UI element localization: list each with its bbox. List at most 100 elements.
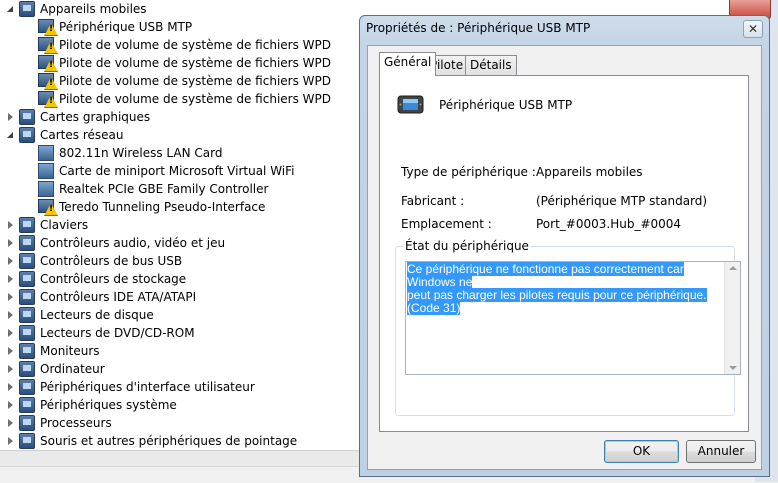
- status-scrollbar[interactable]: [724, 262, 740, 374]
- tree-item[interactable]: Cartes réseau: [6, 126, 123, 144]
- collapsed-arrow-icon[interactable]: [6, 252, 16, 270]
- warning-device-icon: [38, 37, 54, 53]
- tree-item-label: Contrôleurs de bus USB: [40, 254, 183, 268]
- tree-item-label: Carte de miniport Microsoft Virtual WiFi: [59, 164, 295, 178]
- tree-item[interactable]: Contrôleurs de bus USB: [6, 252, 182, 270]
- scroll-up-icon[interactable]: [729, 266, 737, 270]
- dialog-title: Propriétés de : Périphérique USB MTP: [366, 21, 591, 35]
- system-devices-icon: [19, 397, 35, 413]
- ide-controller-icon: [19, 289, 35, 305]
- dvd-drive-icon: [19, 325, 35, 341]
- collapsed-arrow-icon[interactable]: [6, 342, 16, 360]
- collapsed-arrow-icon[interactable]: [6, 288, 16, 306]
- dialog-close-button[interactable]: ✕: [743, 20, 763, 38]
- collapsed-arrow-icon[interactable]: [6, 414, 16, 432]
- tree-item[interactable]: Ordinateur: [6, 360, 105, 378]
- general-tab-panel: Périphérique USB MTP Type de périphériqu…: [379, 75, 749, 432]
- tree-item[interactable]: 802.11n Wireless LAN Card: [38, 144, 222, 162]
- tree-item[interactable]: Cartes graphiques: [6, 108, 150, 126]
- tree-item[interactable]: Appareils mobiles: [6, 0, 147, 18]
- collapsed-arrow-icon[interactable]: [6, 378, 16, 396]
- tree-item-label: Ordinateur: [40, 362, 105, 376]
- collapsed-arrow-icon[interactable]: [6, 306, 16, 324]
- tree-item-label: Lecteurs de DVD/CD-ROM: [40, 326, 195, 340]
- tab-general[interactable]: Général: [379, 52, 437, 76]
- scroll-down-icon[interactable]: [729, 366, 737, 370]
- device-status-group: État du périphérique Ce périphérique ne …: [395, 239, 741, 416]
- collapsed-arrow-icon[interactable]: [6, 108, 16, 126]
- hid-icon: [19, 379, 35, 395]
- tree-item[interactable]: Pilote de volume de système de fichiers …: [38, 36, 331, 54]
- collapsed-arrow-icon[interactable]: [6, 324, 16, 342]
- tree-item-label: Souris et autres périphériques de pointa…: [40, 434, 298, 448]
- device-status-text: Ce périphérique ne fonctionne pas correc…: [407, 262, 723, 315]
- tab-details[interactable]: Détails: [465, 55, 517, 75]
- manufacturer-label: Fabricant :: [401, 194, 465, 208]
- audio-icon: [19, 235, 35, 251]
- tree-item-label: Pilote de volume de système de fichiers …: [59, 92, 331, 106]
- tree-item-label: Pilote de volume de système de fichiers …: [59, 74, 331, 88]
- location-label: Emplacement :: [401, 217, 492, 231]
- tree-item[interactable]: Claviers: [6, 216, 88, 234]
- status-line-2: peut pas charger les pilotes requis pour…: [407, 288, 707, 315]
- tree-item[interactable]: Périphériques d'interface utilisateur: [6, 378, 255, 396]
- tree-item[interactable]: Processeurs: [6, 414, 112, 432]
- display-adapter-icon: [19, 109, 35, 125]
- warning-device-icon: [38, 91, 54, 107]
- warning-device-icon: [38, 55, 54, 71]
- tree-item[interactable]: Pilote de volume de système de fichiers …: [38, 54, 331, 72]
- tree-item[interactable]: Pilote de volume de système de fichiers …: [38, 90, 331, 108]
- collapsed-arrow-icon[interactable]: [6, 432, 16, 450]
- tree-item[interactable]: Teredo Tunneling Pseudo-Interface: [38, 198, 265, 216]
- warning-device-icon: [38, 199, 54, 215]
- tree-item-label: Périphériques d'interface utilisateur: [40, 380, 255, 394]
- expanded-arrow-icon[interactable]: [6, 126, 16, 144]
- tree-item[interactable]: Pilote de volume de système de fichiers …: [38, 72, 331, 90]
- device-type-value: Appareils mobiles: [536, 165, 643, 179]
- device-status-textbox[interactable]: Ce périphérique ne fonctionne pas correc…: [405, 261, 741, 375]
- cancel-button[interactable]: Annuler: [686, 440, 756, 463]
- network-card-icon: [38, 181, 54, 197]
- tree-item[interactable]: Périphériques système: [6, 396, 177, 414]
- tree-item[interactable]: Périphérique USB MTP: [38, 18, 192, 36]
- collapsed-arrow-icon[interactable]: [6, 396, 16, 414]
- collapsed-arrow-icon[interactable]: [6, 216, 16, 234]
- tree-item-label: Teredo Tunneling Pseudo-Interface: [59, 200, 266, 214]
- mouse-icon: [19, 433, 35, 449]
- tree-item-label: Moniteurs: [40, 344, 100, 358]
- expanded-arrow-icon[interactable]: [6, 0, 16, 18]
- tree-item-label: Processeurs: [40, 416, 112, 430]
- collapsed-arrow-icon[interactable]: [6, 360, 16, 378]
- tree-item-label: Pilote de volume de système de fichiers …: [59, 38, 331, 52]
- device-status-title: État du périphérique: [404, 239, 530, 253]
- tree-item[interactable]: Lecteurs de DVD/CD-ROM: [6, 324, 195, 342]
- network-adapter-icon: [19, 127, 35, 143]
- tree-item[interactable]: Lecteurs de disque: [6, 306, 154, 324]
- tree-item[interactable]: Contrôleurs audio, vidéo et jeu: [6, 234, 225, 252]
- collapsed-arrow-icon[interactable]: [6, 234, 16, 252]
- tree-item-label: Périphériques système: [40, 398, 177, 412]
- ok-button[interactable]: OK: [604, 440, 679, 463]
- dialog-body: Général Pilote Détails Périphérique USB …: [367, 45, 762, 470]
- tree-item[interactable]: Carte de miniport Microsoft Virtual WiFi: [38, 162, 295, 180]
- tree-item[interactable]: Moniteurs: [6, 342, 100, 360]
- processor-icon: [19, 415, 35, 431]
- tree-item-label: Claviers: [40, 218, 89, 232]
- device-tree[interactable]: Appareils mobiles Périphérique USB MTP Pil…: [0, 0, 360, 450]
- tree-item-label: Contrôleurs IDE ATA/ATAPI: [40, 290, 197, 304]
- tree-item[interactable]: Contrôleurs IDE ATA/ATAPI: [6, 288, 196, 306]
- device-name: Périphérique USB MTP: [439, 98, 573, 112]
- tree-item[interactable]: Souris et autres périphériques de pointa…: [6, 432, 297, 450]
- tree-item[interactable]: Realtek PCIe GBE Family Controller: [38, 180, 268, 198]
- portable-device-icon: [397, 95, 424, 114]
- manufacturer-value: (Périphérique MTP standard): [536, 194, 708, 208]
- monitor-icon: [19, 343, 35, 359]
- storage-controller-icon: [19, 271, 35, 287]
- tree-item[interactable]: Contrôleurs de stockage: [6, 270, 186, 288]
- horizontal-scrollbar[interactable]: [0, 450, 360, 467]
- tree-item-label: Cartes réseau: [40, 128, 124, 142]
- device-type-label: Type de périphérique :: [401, 165, 536, 179]
- status-line-1: Ce périphérique ne fonctionne pas correc…: [407, 262, 684, 289]
- tree-item-label: Lecteurs de disque: [40, 308, 154, 322]
- collapsed-arrow-icon[interactable]: [6, 270, 16, 288]
